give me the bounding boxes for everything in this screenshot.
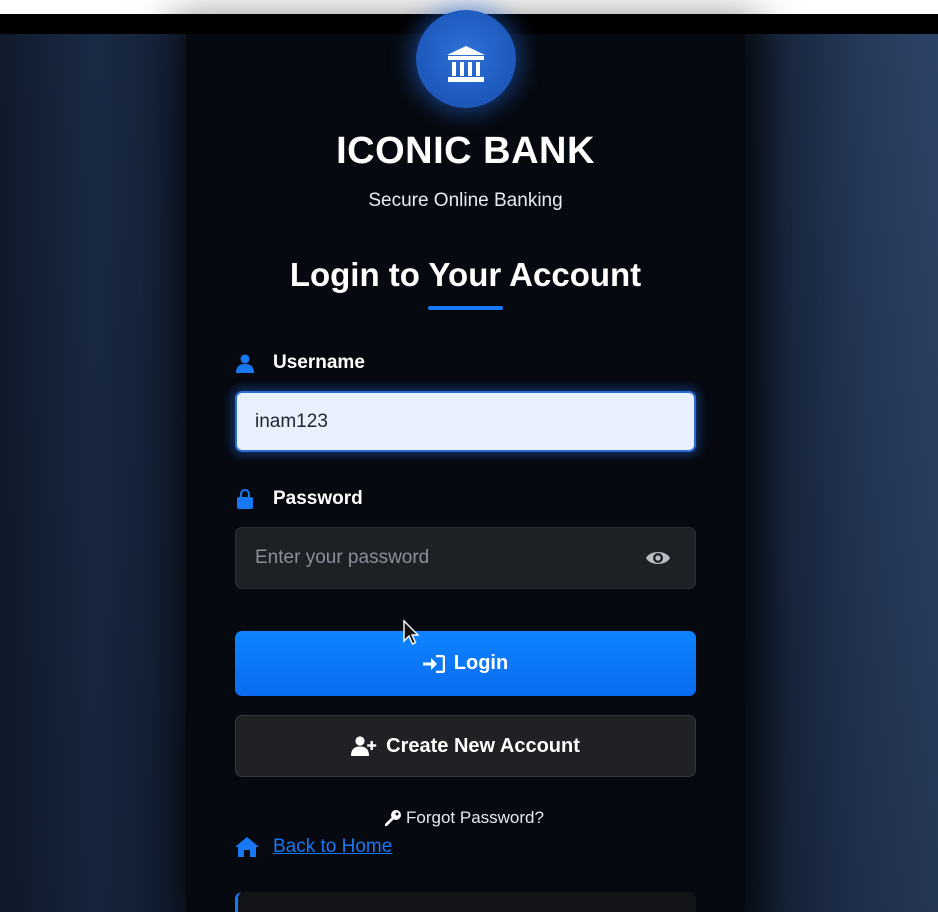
username-label: Username: [235, 352, 365, 374]
title-underline: [428, 306, 503, 310]
create-account-button-label: Create New Account: [386, 734, 580, 757]
user-icon: [235, 353, 255, 373]
mouse-pointer-icon: [402, 619, 420, 647]
back-to-home-link[interactable]: Back to Home: [235, 836, 392, 858]
login-button-label: Login: [453, 652, 509, 674]
bank-icon: [447, 46, 485, 82]
brand-logo: [416, 10, 516, 108]
brand-tagline: Secure Online Banking: [368, 190, 563, 211]
bottom-panel: [235, 892, 696, 912]
username-value: inam123: [255, 410, 328, 432]
password-label: Password: [235, 488, 363, 510]
create-account-button[interactable]: Create New Account: [235, 715, 696, 777]
eye-icon[interactable]: [645, 548, 671, 568]
password-placeholder: Enter your password: [255, 547, 430, 568]
lock-icon: [235, 489, 255, 509]
sign-in-icon: [422, 654, 445, 673]
login-button[interactable]: Login: [235, 631, 696, 696]
forgot-password-link[interactable]: Forgot Password?: [384, 808, 544, 828]
back-to-home-label: Back to Home: [273, 836, 393, 857]
page-title: Login to Your Account: [289, 256, 642, 293]
password-input[interactable]: Enter your password: [235, 527, 696, 589]
user-plus-icon: [351, 736, 377, 756]
password-label-text: Password: [273, 488, 363, 509]
key-icon: [384, 809, 402, 827]
forgot-password-label: Forgot Password?: [406, 808, 544, 827]
home-icon: [235, 837, 259, 857]
username-label-text: Username: [273, 352, 365, 373]
username-input[interactable]: inam123: [235, 391, 696, 452]
brand-title: ICONIC BANK: [336, 130, 595, 172]
